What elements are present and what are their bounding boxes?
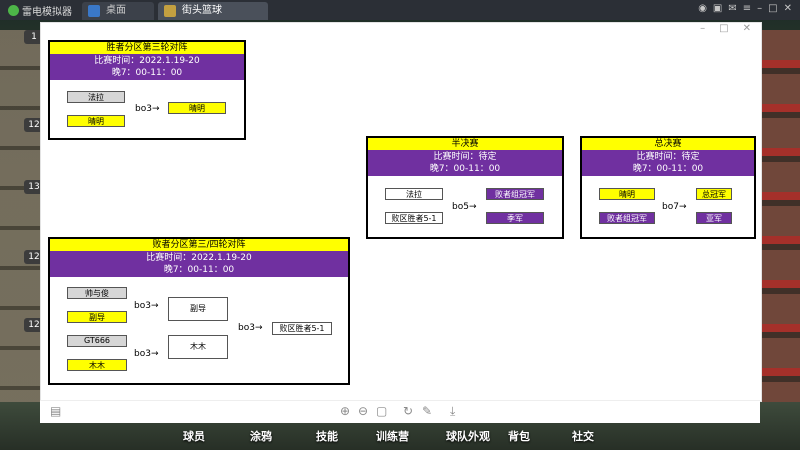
winner-slot: 晴明 xyxy=(168,102,226,114)
player-slot: 副导 xyxy=(67,311,127,323)
game-icon xyxy=(164,5,176,17)
series-format: bo7→ xyxy=(662,202,687,212)
winners-round3-card: 胜者分区第三轮对阵 比赛时间：2022.1.19-20 晚7：00-11：00 … xyxy=(48,40,246,140)
tab-label: 街头篮球 xyxy=(182,5,222,16)
card-schedule: 比赛时间：2022.1.19-20 晚7：00-11：00 xyxy=(50,251,348,277)
nav-backpack[interactable]: 背包 xyxy=(508,428,530,446)
nav-training[interactable]: 训练营 xyxy=(376,428,409,446)
match-hours: 晚7：00-11：00 xyxy=(632,164,704,174)
player-slot: 法拉 xyxy=(385,188,443,200)
minimize-icon[interactable]: – xyxy=(700,23,705,34)
card-schedule: 比赛时间：待定 晚7：00-11：00 xyxy=(582,150,754,176)
emulator-logo-icon xyxy=(8,5,19,16)
match-hours: 晚7：00-11：00 xyxy=(111,68,183,78)
player-slot: 晴明 xyxy=(599,188,655,200)
result-slot: 总冠军 xyxy=(696,188,732,200)
edit-icon[interactable]: ✎ xyxy=(422,404,432,418)
card-schedule: 比赛时间：待定 晚7：00-11：00 xyxy=(368,150,562,176)
player-slot: GT666 xyxy=(67,335,127,347)
maximize-icon[interactable]: □ xyxy=(768,3,777,14)
series-format: bo3→ xyxy=(135,104,160,114)
rotate-icon[interactable]: ↻ xyxy=(403,404,413,418)
download-icon[interactable]: ⤓ xyxy=(450,404,455,419)
final-winner-slot: 败区胜者5-1 xyxy=(272,322,332,335)
losers-round34-card: 败者分区第三/四轮对阵 比赛时间：2022.1.19-20 晚7：00-11：0… xyxy=(48,237,350,385)
close-icon[interactable]: ✕ xyxy=(743,23,751,34)
titlebar-controls: ◉ ▣ ✉ ≡ – □ ✕ xyxy=(698,3,792,14)
match-time: 比赛时间：待定 xyxy=(433,152,497,162)
card-title: 胜者分区第三轮对阵 xyxy=(50,42,244,54)
game-right-panel xyxy=(758,30,800,430)
semifinal-card: 半决赛 比赛时间：待定 晚7：00-11：00 法拉 败区胜者5-1 bo5→ … xyxy=(366,136,564,239)
player-slot: 木木 xyxy=(67,359,127,371)
series-format: bo5→ xyxy=(452,202,477,212)
nav-appearance[interactable]: 球队外观 xyxy=(446,428,490,446)
result-slot: 败者组冠军 xyxy=(486,188,544,200)
player-slot: 帅与俊 xyxy=(67,287,127,299)
tab-label: 桌面 xyxy=(106,5,126,16)
winner-slot: 副导 xyxy=(168,297,228,321)
player-slot: 败者组冠军 xyxy=(599,212,655,224)
emulator-brand: 雷电模拟器 xyxy=(22,7,72,18)
nav-players[interactable]: 球员 xyxy=(183,428,205,446)
zoom-out-icon[interactable]: ⊖ xyxy=(358,404,368,418)
minimize-icon[interactable]: – xyxy=(757,3,762,14)
result-slot: 亚军 xyxy=(696,212,732,224)
winner-slot: 木木 xyxy=(168,335,228,359)
tab-game[interactable]: 街头篮球 xyxy=(158,2,268,20)
player-slot: 败区胜者5-1 xyxy=(385,212,443,224)
card-title: 总决赛 xyxy=(582,138,754,150)
nav-graffiti[interactable]: 涂鸦 xyxy=(250,428,272,446)
series-format: bo3→ xyxy=(134,349,159,359)
save-icon[interactable]: ▤ xyxy=(50,404,61,418)
mail-icon[interactable]: ✉ xyxy=(728,3,736,14)
viewer-window-controls: – □ ✕ xyxy=(700,23,751,34)
close-icon[interactable]: ✕ xyxy=(784,3,792,14)
final-card: 总决赛 比赛时间：待定 晚7：00-11：00 晴明 败者组冠军 bo7→ 总冠… xyxy=(580,136,756,239)
nav-skills[interactable]: 技能 xyxy=(316,428,338,446)
series-format: bo3→ xyxy=(134,301,159,311)
menu-icon[interactable]: ≡ xyxy=(743,3,751,14)
card-title: 半决赛 xyxy=(368,138,562,150)
gift-icon[interactable]: ▣ xyxy=(713,3,722,14)
result-slot: 季军 xyxy=(486,212,544,224)
card-schedule: 比赛时间：2022.1.19-20 晚7：00-11：00 xyxy=(50,54,244,80)
viewer-toolbar: ▤ ⊕ ⊖ ▢ ↻ ✎ ⤓ xyxy=(40,400,760,423)
player-slot: 晴明 xyxy=(67,115,125,127)
tab-desktop[interactable]: 桌面 xyxy=(82,2,154,20)
match-hours: 晚7：00-11：00 xyxy=(163,265,235,275)
match-time: 比赛时间：待定 xyxy=(636,152,700,162)
home-icon xyxy=(88,5,100,17)
fit-screen-icon[interactable]: ▢ xyxy=(376,404,387,418)
player-slot: 法拉 xyxy=(67,91,125,103)
match-hours: 晚7：00-11：00 xyxy=(429,164,501,174)
user-icon[interactable]: ◉ xyxy=(698,3,707,14)
maximize-icon[interactable]: □ xyxy=(719,23,728,34)
zoom-in-icon[interactable]: ⊕ xyxy=(340,404,350,418)
match-time: 比赛时间：2022.1.19-20 xyxy=(94,56,200,66)
nav-social[interactable]: 社交 xyxy=(572,428,594,446)
series-format: bo3→ xyxy=(238,323,263,333)
image-viewer-window: – □ ✕ 胜者分区第三轮对阵 比赛时间：2022.1.19-20 晚7：00-… xyxy=(40,22,762,402)
match-time: 比赛时间：2022.1.19-20 xyxy=(146,253,252,263)
emulator-titlebar: 雷电模拟器 桌面 街头篮球 ◉ ▣ ✉ ≡ – □ ✕ xyxy=(0,0,800,20)
card-title: 败者分区第三/四轮对阵 xyxy=(50,239,348,251)
